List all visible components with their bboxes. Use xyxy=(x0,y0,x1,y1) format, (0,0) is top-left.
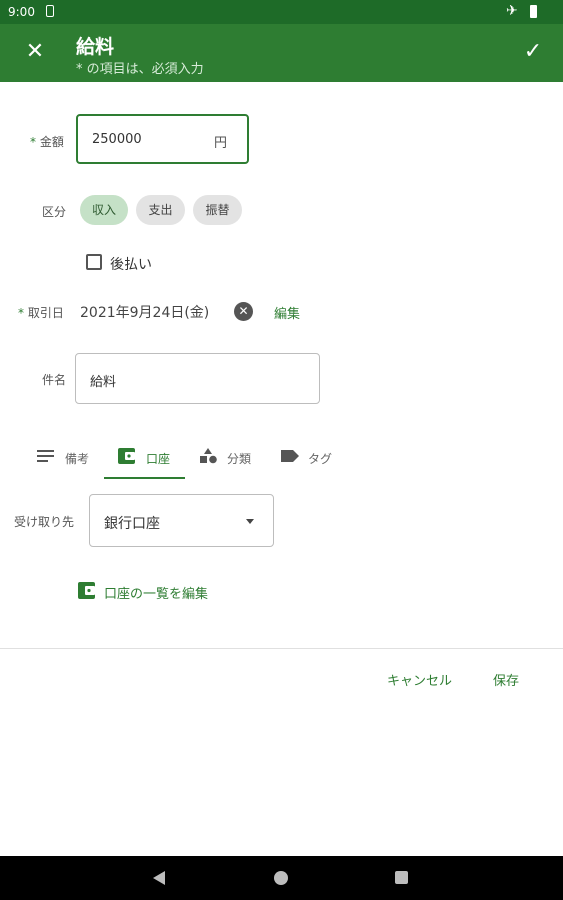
airplane-mode-icon: ✈ xyxy=(506,3,518,19)
active-tab-indicator xyxy=(104,477,185,479)
navigation-bar xyxy=(0,856,563,900)
edit-account-list-label: 口座の一覧を編集 xyxy=(104,587,209,602)
clear-date-icon[interactable]: ✕ xyxy=(234,302,253,321)
confirm-check-icon[interactable]: ✓ xyxy=(518,38,548,66)
status-time: 9:00 xyxy=(8,5,35,19)
receiver-select[interactable]: 銀行口座 xyxy=(89,494,274,547)
required-asterisk: * xyxy=(18,306,28,320)
app-bar: ✕ 給料 * の項目は、必須入力 ✓ xyxy=(0,24,563,82)
amount-label-row: * 金額 xyxy=(30,133,64,150)
close-icon[interactable]: ✕ xyxy=(22,38,48,66)
battery-icon xyxy=(530,5,537,18)
divider xyxy=(0,648,563,649)
receiver-label: 受け取り先 xyxy=(14,515,75,529)
chip-income[interactable]: 収入 xyxy=(80,195,128,225)
save-button[interactable]: 保存 xyxy=(493,670,519,689)
amount-value: 250000 xyxy=(92,132,142,147)
tab-tags-label: タグ xyxy=(308,452,333,466)
name-value: 給料 xyxy=(90,375,117,390)
date-label: 取引日 xyxy=(27,306,64,320)
name-field[interactable]: 給料 xyxy=(75,353,320,404)
back-icon[interactable] xyxy=(153,871,165,885)
dropdown-arrow-icon xyxy=(246,519,254,524)
edit-date-button[interactable]: 編集 xyxy=(274,303,300,322)
tab-category-label: 分類 xyxy=(227,452,252,466)
tab-account[interactable]: 口座 xyxy=(118,440,184,480)
page-title: 給料 xyxy=(76,36,115,58)
tag-icon xyxy=(281,450,299,462)
notes-icon xyxy=(37,450,54,462)
chip-transfer[interactable]: 振替 xyxy=(193,195,242,225)
home-icon[interactable] xyxy=(274,871,288,885)
date-value[interactable]: 2021年9月24日(金) xyxy=(80,302,209,322)
tab-notes[interactable]: 備考 xyxy=(37,440,102,480)
cancel-button[interactable]: キャンセル xyxy=(387,670,452,689)
recent-apps-icon[interactable] xyxy=(395,871,408,884)
status-bar: 9:00 ✈ xyxy=(0,0,563,24)
chip-expense[interactable]: 支出 xyxy=(136,195,185,225)
amount-label: 金額 xyxy=(39,135,64,149)
tab-category[interactable]: 分類 xyxy=(199,440,261,480)
category-label: 区分 xyxy=(42,205,67,219)
amount-unit: 円 xyxy=(213,136,227,151)
category-icon xyxy=(200,448,217,464)
tab-tags[interactable]: タグ xyxy=(280,440,338,480)
tab-notes-label: 備考 xyxy=(65,452,90,466)
name-label: 件名 xyxy=(42,373,67,387)
deferred-payment-checkbox[interactable] xyxy=(86,254,102,270)
wallet-icon xyxy=(118,448,135,464)
date-label-row: * 取引日 xyxy=(18,304,64,321)
required-asterisk: * xyxy=(30,135,40,149)
sim-card-icon xyxy=(46,5,54,17)
required-hint: * の項目は、必須入力 xyxy=(76,62,204,77)
amount-field[interactable]: 250000 円 xyxy=(76,114,249,164)
tab-account-label: 口座 xyxy=(146,452,171,466)
deferred-payment-label: 後払い xyxy=(110,257,152,273)
receiver-value: 銀行口座 xyxy=(104,516,160,532)
wallet-icon xyxy=(78,582,95,599)
